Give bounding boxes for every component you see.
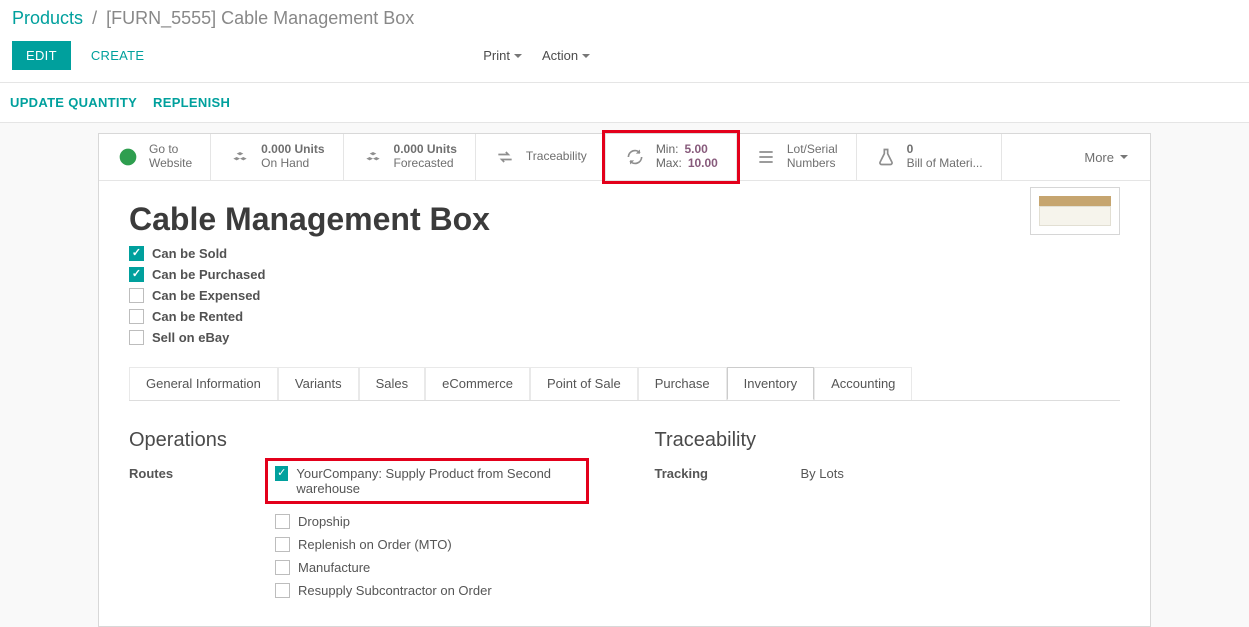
flask-icon <box>875 146 897 168</box>
tab-general-information[interactable]: General Information <box>129 367 278 400</box>
checkbox[interactable] <box>275 583 290 598</box>
stat-on-hand[interactable]: 0.000 Units On Hand <box>211 134 343 180</box>
chevron-down-icon <box>1120 155 1128 159</box>
stat-line2: Numbers <box>787 157 838 171</box>
routes-field-label: Routes <box>129 466 229 481</box>
tab-point-of-sale[interactable]: Point of Sale <box>530 367 638 400</box>
traceability-heading: Traceability <box>655 429 1121 452</box>
breadcrumb-root-link[interactable]: Products <box>12 8 83 28</box>
exchange-icon <box>494 146 516 168</box>
action-label: Action <box>542 48 578 63</box>
stat-value: 0.000 Units <box>394 143 457 157</box>
action-dropdown[interactable]: Action <box>542 48 590 63</box>
replenish-button[interactable]: REPLENISH <box>153 95 230 110</box>
page-title: Cable Management Box <box>129 201 490 238</box>
flag-label: Can be Purchased <box>152 267 265 282</box>
checkbox[interactable]: ✓ <box>129 267 144 282</box>
flag-label: Can be Expensed <box>152 288 260 303</box>
flag-label: Can be Sold <box>152 246 227 261</box>
min-label: Min: <box>656 143 679 157</box>
stat-line1: Go to <box>149 143 192 157</box>
flag-can-be-purchased: ✓ Can be Purchased <box>129 267 490 282</box>
route-item: Resupply Subcontractor on Order <box>275 583 579 598</box>
chevron-down-icon <box>514 54 522 58</box>
route-label: Resupply Subcontractor on Order <box>298 583 492 598</box>
stat-line2: Website <box>149 157 192 171</box>
flag-label: Can be Rented <box>152 309 243 324</box>
min-value: 5.00 <box>684 143 707 157</box>
route-item: Manufacture <box>275 560 579 575</box>
print-label: Print <box>483 48 510 63</box>
tab-sales[interactable]: Sales <box>359 367 426 400</box>
route-item: ✓ YourCompany: Supply Product from Second… <box>267 460 587 502</box>
tab-bar: General InformationVariantsSaleseCommerc… <box>129 367 1120 401</box>
tracking-field-value: By Lots <box>801 466 844 481</box>
checkbox[interactable] <box>275 514 290 529</box>
max-value: 10.00 <box>688 157 718 171</box>
tab-variants[interactable]: Variants <box>278 367 359 400</box>
cubes-icon <box>229 146 251 168</box>
globe-icon <box>117 146 139 168</box>
route-item: Replenish on Order (MTO) <box>275 537 579 552</box>
checkbox[interactable] <box>129 309 144 324</box>
flag-sell-on-ebay: Sell on eBay <box>129 330 490 345</box>
chevron-down-icon <box>582 54 590 58</box>
route-label: Dropship <box>298 514 350 529</box>
stat-lot-serial[interactable]: Lot/Serial Numbers <box>737 134 857 180</box>
stat-bom[interactable]: 0 Bill of Materi... <box>857 134 1002 180</box>
stat-go-to-website[interactable]: Go to Website <box>99 134 211 180</box>
stat-label: On Hand <box>261 157 324 171</box>
max-label: Max: <box>656 157 682 171</box>
route-label: Manufacture <box>298 560 370 575</box>
stat-reordering-minmax[interactable]: Min: 5.00 Max: 10.00 <box>606 134 737 180</box>
checkbox[interactable]: ✓ <box>275 466 288 481</box>
refresh-icon <box>624 146 646 168</box>
tab-accounting[interactable]: Accounting <box>814 367 912 400</box>
breadcrumb: Products / [FURN_5555] Cable Management … <box>8 0 1249 37</box>
flag-can-be-sold: ✓ Can be Sold <box>129 246 490 261</box>
stat-label: Forecasted <box>394 157 457 171</box>
breadcrumb-current: [FURN_5555] Cable Management Box <box>106 8 414 28</box>
stat-traceability[interactable]: Traceability <box>476 134 606 180</box>
flag-can-be-rented: Can be Rented <box>129 309 490 324</box>
product-image-thumbnail[interactable] <box>1030 187 1120 235</box>
route-item: Dropship <box>275 514 579 529</box>
stat-label: Traceability <box>526 150 587 164</box>
checkbox[interactable] <box>129 330 144 345</box>
cubes-icon <box>362 146 384 168</box>
tracking-field-label: Tracking <box>655 466 755 481</box>
print-dropdown[interactable]: Print <box>483 48 522 63</box>
route-label: YourCompany: Supply Product from Second … <box>296 466 579 496</box>
tab-ecommerce[interactable]: eCommerce <box>425 367 530 400</box>
more-label: More <box>1084 150 1114 165</box>
stat-more-dropdown[interactable]: More <box>1062 134 1150 180</box>
checkbox[interactable] <box>129 288 144 303</box>
stat-forecasted[interactable]: 0.000 Units Forecasted <box>344 134 476 180</box>
checkbox[interactable] <box>275 537 290 552</box>
tab-inventory[interactable]: Inventory <box>727 367 814 400</box>
route-label: Replenish on Order (MTO) <box>298 537 452 552</box>
stat-line1: Lot/Serial <box>787 143 838 157</box>
flag-label: Sell on eBay <box>152 330 229 345</box>
stat-value: 0 <box>907 143 983 157</box>
stat-row: Go to Website 0.000 Units On Hand 0.00 <box>99 134 1150 181</box>
checkbox[interactable] <box>275 560 290 575</box>
checkbox[interactable]: ✓ <box>129 246 144 261</box>
update-quantity-button[interactable]: UPDATE QUANTITY <box>10 95 137 110</box>
stat-value: 0.000 Units <box>261 143 324 157</box>
operations-heading: Operations <box>129 429 595 452</box>
create-button[interactable]: CREATE <box>87 41 149 70</box>
bars-icon <box>755 146 777 168</box>
flag-can-be-expensed: Can be Expensed <box>129 288 490 303</box>
tab-purchase[interactable]: Purchase <box>638 367 727 400</box>
stat-label: Bill of Materi... <box>907 157 983 171</box>
breadcrumb-separator: / <box>88 8 101 28</box>
edit-button[interactable]: EDIT <box>12 41 71 70</box>
